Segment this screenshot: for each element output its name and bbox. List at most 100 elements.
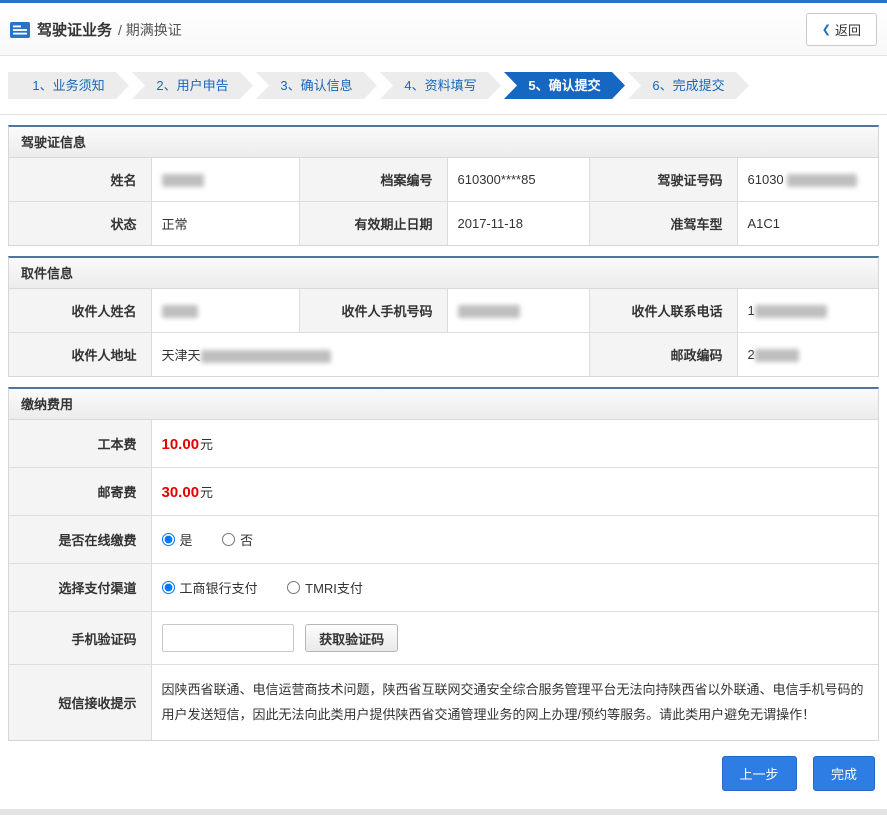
mailing-fee-amount: 30.00 [161,484,200,501]
prev-step-button[interactable]: 上一步 [721,755,797,791]
field-label-phone: 收件人联系电话 [588,289,737,333]
online-payment-options: 是 否 [150,515,878,564]
radio-label-icbc: 工商银行支付 [179,581,258,596]
field-label-name: 姓名 [9,158,151,202]
field-label-license-no: 驾驶证号码 [588,158,737,202]
step-nav: 1、业务须知 2、用户申告 3、确认信息 4、资料填写 5、确认提交 6、完成提… [0,56,887,115]
pickup-info-table: 收件人姓名 收件人手机号码 收件人联系电话 1 收件人地址 天津天 邮政编码 2 [9,289,878,376]
field-value-license-no: 61030 [736,158,878,202]
field-value-postcode: 2 [736,332,878,376]
get-code-button[interactable]: 获取验证码 [305,624,399,652]
sms-code-input[interactable] [161,624,294,652]
field-label-mobile: 收件人手机号码 [298,289,447,333]
section-title-license: 驾驶证信息 [9,127,878,158]
table-row: 收件人姓名 收件人手机号码 收件人联系电话 1 [9,289,878,333]
step-3-confirm-info[interactable]: 3、确认信息 [256,72,377,99]
table-row: 是否在线缴费 是 否 [9,515,878,564]
table-row: 收件人地址 天津天 邮政编码 2 [9,332,878,376]
field-value-mailing-fee: 30.00元 [150,467,878,516]
radio-option-yes[interactable]: 是 [161,530,193,549]
page-title: 驾驶证业务 [37,22,113,39]
finish-button[interactable]: 完成 [812,755,875,791]
redacted-text [754,349,799,363]
step-2-user-declaration[interactable]: 2、用户申告 [132,72,253,99]
page: 驾驶证业务 / 期满换证 ❮ 返回 1、业务须知 2、用户申告 3、确认信息 4… [0,0,887,815]
radio-input-icbc[interactable] [161,581,175,594]
address-prefix: 天津天 [161,348,201,363]
redacted-text [754,305,827,319]
production-fee-unit: 元 [200,437,214,452]
section-license-info: 驾驶证信息 姓名 档案编号 610300****85 驾驶证号码 61030 状… [8,125,879,246]
production-fee-amount: 10.00 [161,436,200,453]
sms-code-row: 获取验证码 [150,611,878,665]
table-row: 姓名 档案编号 610300****85 驾驶证号码 61030 [9,158,878,202]
license-no-prefix: 61030 [747,171,784,187]
field-value-production-fee: 10.00元 [150,420,878,468]
step-4-fill-info[interactable]: 4、资料填写 [380,72,501,99]
field-label-payment-channel: 选择支付渠道 [9,563,151,612]
field-value-recipient-name [150,289,299,333]
license-info-table: 姓名 档案编号 610300****85 驾驶证号码 61030 状态 正常 有… [9,158,878,245]
back-button[interactable]: ❮ 返回 [805,13,877,46]
radio-label-tmri: TMRI支付 [305,581,363,596]
radio-input-yes[interactable] [161,533,175,546]
section-fees: 缴纳费用 工本费 10.00元 邮寄费 30.00元 是否在线缴费 是 否 选择… [8,387,879,741]
bottom-strip [0,808,887,815]
table-row: 选择支付渠道 工商银行支付 TMRI支付 [9,563,878,612]
field-label-mailing-fee: 邮寄费 [9,467,151,516]
table-row: 手机验证码 获取验证码 [9,611,878,665]
redacted-text [787,174,858,188]
sms-notice-text: 因陕西省联通、电信运营商技术问题，陕西省互联网交通安全综合服务管理平台无法向持陕… [150,663,878,740]
redacted-text [200,350,331,364]
table-row: 工本费 10.00元 [9,420,878,468]
radio-option-no[interactable]: 否 [222,530,253,549]
field-value-vehicle-class: A1C1 [736,201,878,245]
redacted-text [161,305,198,319]
back-button-label: 返回 [834,23,861,38]
field-label-sms-notice: 短信接收提示 [9,663,151,740]
field-value-file-no: 610300****85 [446,158,589,202]
radio-option-icbc[interactable]: 工商银行支付 [161,578,258,597]
field-label-postcode: 邮政编码 [588,332,737,376]
radio-label-yes: 是 [179,533,193,548]
phone-prefix: 1 [747,302,755,318]
field-label-status: 状态 [9,201,151,245]
field-value-name [150,158,299,202]
table-row: 邮寄费 30.00元 [9,467,878,516]
field-label-vehicle-class: 准驾车型 [588,201,737,245]
field-label-address: 收件人地址 [9,332,151,376]
field-value-phone: 1 [736,289,878,333]
step-1-business-notice[interactable]: 1、业务须知 [8,72,129,99]
redacted-text [161,174,204,188]
redacted-text [457,305,520,319]
table-row: 状态 正常 有效期止日期 2017-11-18 准驾车型 A1C1 [9,201,878,245]
field-label-file-no: 档案编号 [298,158,447,202]
field-value-address: 天津天 [150,332,589,376]
field-label-online-payment: 是否在线缴费 [9,515,151,564]
section-title-fees: 缴纳费用 [9,389,878,420]
field-value-mobile [446,289,589,333]
table-row: 短信接收提示 因陕西省联通、电信运营商技术问题，陕西省互联网交通安全综合服务管理… [9,663,878,740]
field-value-valid-until: 2017-11-18 [446,201,589,245]
radio-label-no: 否 [240,533,254,548]
radio-input-tmri[interactable] [287,581,301,594]
page-subtitle: / 期满换证 [118,21,182,38]
chevron-left-icon: ❮ [821,24,831,36]
payment-channel-options: 工商银行支付 TMRI支付 [150,563,878,612]
step-5-confirm-submit[interactable]: 5、确认提交 [504,72,625,99]
radio-option-tmri[interactable]: TMRI支付 [287,578,363,597]
step-6-complete-submit[interactable]: 6、完成提交 [628,72,749,99]
field-label-recipient-name: 收件人姓名 [9,289,151,333]
footer-actions: 上一步 完成 [0,741,887,801]
postcode-prefix: 2 [747,346,755,362]
page-header: 驾驶证业务 / 期满换证 ❮ 返回 [0,3,887,56]
field-label-sms-code: 手机验证码 [9,611,151,665]
fees-table: 工本费 10.00元 邮寄费 30.00元 是否在线缴费 是 否 选择支付渠道 … [9,420,878,740]
field-label-production-fee: 工本费 [9,420,151,468]
license-business-icon [10,21,30,38]
section-pickup-info: 取件信息 收件人姓名 收件人手机号码 收件人联系电话 1 收件人地址 天津天 邮… [8,256,879,377]
radio-input-no[interactable] [222,533,236,546]
section-title-pickup: 取件信息 [9,258,878,289]
field-value-status: 正常 [150,201,299,245]
mailing-fee-unit: 元 [200,485,214,500]
